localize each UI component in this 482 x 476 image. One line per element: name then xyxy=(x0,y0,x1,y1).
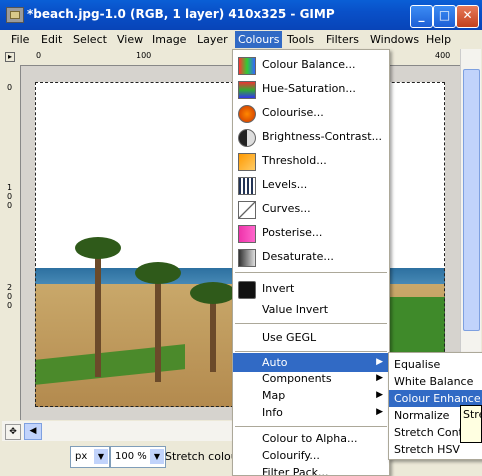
submenu-arrow-icon: ▶ xyxy=(376,390,383,400)
close-button[interactable]: ✕ xyxy=(456,5,479,28)
menu-file[interactable]: File xyxy=(11,33,29,46)
menu-item-colourify[interactable]: Colourify... xyxy=(233,447,389,464)
ruler-label: 100 xyxy=(136,51,152,60)
menu-item-value-invert[interactable]: Value Invert xyxy=(233,299,389,321)
menu-bar: File Edit Select View Image Layer Colour… xyxy=(0,30,482,49)
curves-icon xyxy=(238,201,256,219)
menu-item-desaturate[interactable]: Desaturate... xyxy=(233,246,389,268)
submenu-item-white-balance[interactable]: White Balance xyxy=(389,373,482,390)
menu-separator xyxy=(235,426,387,427)
menu-separator xyxy=(235,323,387,324)
menu-windows[interactable]: Windows xyxy=(370,33,419,46)
navigate-icon[interactable]: ✥ xyxy=(5,424,21,440)
levels-icon xyxy=(238,177,256,195)
menu-item-hue-saturation[interactable]: Hue-Saturation... xyxy=(233,78,389,100)
menu-select[interactable]: Select xyxy=(73,33,107,46)
menu-edit[interactable]: Edit xyxy=(41,33,62,46)
ruler-label: 1 0 0 xyxy=(7,183,13,210)
colours-menu: Colour Balance... Hue-Saturation... Colo… xyxy=(232,49,390,476)
menu-item-brightness-contrast[interactable]: Brightness-Contrast... xyxy=(233,126,389,148)
menu-separator xyxy=(235,351,387,352)
colour-balance-icon xyxy=(238,57,256,75)
submenu-arrow-icon: ▶ xyxy=(376,373,383,383)
menu-view[interactable]: View xyxy=(117,33,143,46)
chevron-down-icon: ▼ xyxy=(150,449,164,464)
submenu-arrow-icon: ▶ xyxy=(376,407,383,417)
unit-value: px xyxy=(75,451,88,462)
menu-item-colour-balance[interactable]: Colour Balance... xyxy=(233,54,389,76)
menu-item-filter-pack[interactable]: Filter Pack... xyxy=(233,464,389,475)
colourise-icon xyxy=(238,105,256,123)
hue-saturation-icon xyxy=(238,81,256,99)
maximize-button[interactable]: □ xyxy=(433,5,456,28)
menu-item-colour-to-alpha[interactable]: Colour to Alpha... xyxy=(233,430,389,447)
posterise-icon xyxy=(238,225,256,243)
menu-item-components[interactable]: Components ▶ xyxy=(233,370,389,387)
scroll-left-arrow[interactable]: ◀ xyxy=(24,423,42,440)
threshold-icon xyxy=(238,153,256,171)
menu-item-levels[interactable]: Levels... xyxy=(233,174,389,196)
zoom-value: 100 % xyxy=(115,451,147,462)
brightness-contrast-icon xyxy=(238,129,256,147)
menu-item-colourise[interactable]: Colourise... xyxy=(233,102,389,124)
minimize-button[interactable]: _ xyxy=(410,5,433,28)
menu-item-invert[interactable]: Invert xyxy=(233,278,389,300)
menu-separator xyxy=(235,272,387,273)
ruler-label: 2 0 0 xyxy=(7,283,13,310)
menu-item-use-gegl[interactable]: Use GEGL xyxy=(233,327,389,349)
tooltip: Stre xyxy=(460,405,482,443)
vertical-ruler[interactable]: 0 1 0 0 2 0 0 xyxy=(2,65,21,420)
gimp-app-icon xyxy=(6,7,24,23)
submenu-item-stretch-hsv[interactable]: Stretch HSV xyxy=(389,441,482,458)
zoom-select[interactable]: 100 % ▼ xyxy=(110,446,166,468)
menu-item-curves[interactable]: Curves... xyxy=(233,198,389,220)
menu-layer[interactable]: Layer xyxy=(197,33,228,46)
menu-image[interactable]: Image xyxy=(152,33,186,46)
title-bar: *beach.jpg-1.0 (RGB, 1 layer) 410x325 - … xyxy=(0,0,482,30)
desaturate-icon xyxy=(238,249,256,267)
ruler-label: 0 xyxy=(36,51,42,60)
menu-tools[interactable]: Tools xyxy=(287,33,314,46)
menu-colours[interactable]: Colours xyxy=(235,31,283,48)
menu-help[interactable]: Help xyxy=(426,33,451,46)
menu-item-info[interactable]: Info ▶ xyxy=(233,404,389,421)
window-title: *beach.jpg-1.0 (RGB, 1 layer) 410x325 - … xyxy=(27,7,335,21)
unit-select[interactable]: px ▼ xyxy=(70,446,110,468)
menu-filters[interactable]: Filters xyxy=(326,33,359,46)
menu-item-map[interactable]: Map ▶ xyxy=(233,387,389,404)
submenu-item-equalise[interactable]: Equalise xyxy=(389,356,482,373)
menu-item-threshold[interactable]: Threshold... xyxy=(233,150,389,172)
status-message: Stretch colour xyxy=(165,450,243,463)
chevron-down-icon: ▼ xyxy=(94,449,108,464)
menu-item-posterise[interactable]: Posterise... xyxy=(233,222,389,244)
invert-icon xyxy=(238,281,256,299)
quick-mask-toggle[interactable]: ▸ xyxy=(2,49,20,65)
vertical-scroll-thumb[interactable] xyxy=(463,69,480,331)
ruler-label: 0 xyxy=(7,83,13,92)
ruler-label: 400 xyxy=(435,51,451,60)
